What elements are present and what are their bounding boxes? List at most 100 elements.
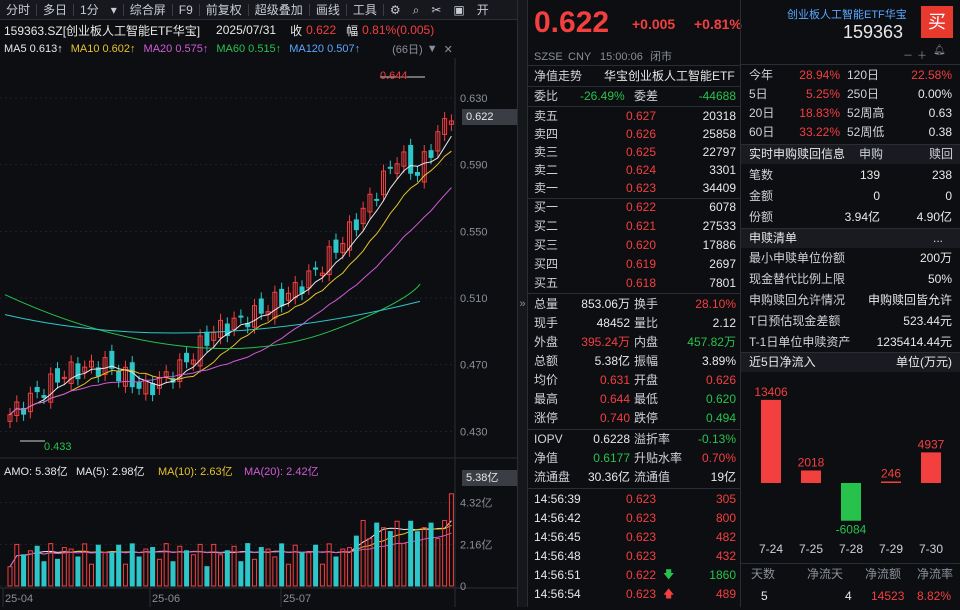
layout-icon[interactable]: ▣ (447, 0, 470, 20)
buy-button[interactable]: 买 (921, 6, 953, 38)
tick-volume: 305 (715, 492, 736, 506)
perf-value: 5.25% (805, 87, 840, 101)
webi-label: 委比 (534, 89, 559, 103)
flow-date: 7-30 (919, 542, 943, 556)
composite-screen-button[interactable]: 综合屏 (124, 0, 172, 20)
tick-row: 14:56:42 0.623 800 (528, 509, 740, 528)
collapse-handle[interactable]: » (517, 0, 528, 607)
volume-bar (333, 556, 339, 587)
date-tick: 25-06 (152, 593, 180, 605)
weicha-label: 委差 (634, 89, 659, 103)
perf-row: 5日 5.25% 250日 0.00% (741, 85, 960, 104)
tick-price: 0.623 (626, 492, 657, 506)
list-header-row: 申赎清单 ... (741, 229, 960, 248)
volume-bar (387, 531, 393, 587)
stat-row: 总量 853.06万 换手 28.10% (528, 295, 740, 314)
sub-redeem: 0 (945, 189, 952, 203)
draw-line-button[interactable]: 画线 (310, 0, 346, 20)
volume-bar (258, 547, 264, 587)
list-value: 申购赎回皆允许 (867, 293, 952, 307)
volume-bar (190, 554, 196, 587)
list-row: 最小申赎单位份额 200万 (741, 249, 960, 268)
candle (129, 362, 135, 388)
tab-timeshare[interactable]: 分时 (0, 0, 36, 20)
volume-bar (238, 561, 244, 587)
adjust-button[interactable]: 前复权 (200, 0, 248, 20)
perf-value: 18.83% (799, 106, 840, 120)
arrow-down-icon: 🡇 (663, 569, 675, 581)
volume-tick: 0 (460, 581, 466, 593)
period-select[interactable]: 1分 (74, 0, 105, 20)
sub-row: 份额 3.94亿 4.90亿 (741, 208, 960, 227)
perf-row: 60日 33.22% 52周低 0.38 (741, 123, 960, 142)
add-icon[interactable]: ＋ (917, 47, 927, 62)
tick-row: 14:56:48 0.623 432 (528, 547, 740, 566)
volume-bar (204, 566, 210, 587)
more-button[interactable]: ... (933, 229, 943, 248)
tab-multiday[interactable]: 多日 (37, 0, 73, 20)
minus-icon[interactable]: － (903, 47, 913, 62)
volume-bar (102, 552, 108, 587)
sub-header-row: 实时申购赎回信息 申购 赎回 (741, 145, 960, 164)
nav-trend-link[interactable]: 净值走势 (534, 67, 582, 86)
ask-label: 卖一 (534, 181, 559, 195)
list-row: 申购赎回允许情况 申购赎回皆允许 (741, 291, 960, 310)
volume-bar (82, 543, 88, 587)
iopv-label: 流通盘 (534, 470, 571, 484)
stat-value-2: 0.620 (705, 392, 736, 406)
bell-icon[interactable]: 🔔︎ (933, 45, 946, 56)
volume-bar (218, 554, 224, 587)
kline-chart[interactable]: 0.630 0.590 0.550 0.510 0.470 0.430 4.32亿 2.16亿… (0, 58, 517, 607)
volume-bar (14, 543, 20, 587)
fund-code: 159363 (843, 22, 904, 42)
volume-bar (224, 550, 230, 587)
amo-label: AMO: 5.38亿 (4, 466, 68, 478)
nav-trend-row[interactable]: 净值走势 华宝创业板人工智能ETF (528, 67, 740, 86)
volume-bar (265, 548, 271, 587)
overlay-button[interactable]: 超级叠加 (249, 0, 309, 20)
bid-price: 0.622 (626, 200, 657, 214)
search-icon[interactable]: ⌕ (407, 0, 426, 20)
settings-icon[interactable]: ⚙ (384, 0, 407, 20)
ask-label: 卖五 (534, 109, 559, 123)
close-icon[interactable]: ✕ (444, 43, 453, 56)
ask-price: 0.624 (626, 163, 657, 177)
stat-label: 总量 (534, 297, 559, 311)
perf-label: 60日 (749, 125, 775, 139)
volume-bar (116, 544, 122, 587)
list-value: 50% (927, 272, 952, 286)
volume-bar (347, 547, 353, 587)
bid-volume: 27533 (702, 219, 736, 233)
dropdown-icon[interactable]: ▼ (427, 43, 438, 55)
f9-button[interactable]: F9 (173, 0, 199, 20)
perf-value-2: 22.58% (911, 68, 952, 82)
volume-bar (448, 493, 454, 587)
foot-head-days: 天数 (751, 567, 776, 581)
sub-header-title: 实时申购赎回信息 (749, 147, 846, 161)
bid-label: 买三 (534, 238, 559, 252)
candle (136, 381, 142, 389)
iopv-value-2: 19亿 (710, 470, 736, 484)
tick-time: 14:56:48 (534, 549, 581, 563)
bid-row: 买一 0.622 6078 (528, 198, 740, 217)
open-button[interactable]: 开 (471, 0, 495, 20)
days-selector[interactable]: (66日) (392, 41, 423, 57)
webi-row: 委比 -26.49% 委差 -44688 (528, 87, 740, 106)
perf-row: 今年 28.94% 120日 22.58% (741, 66, 960, 85)
fund-info-panel: 创业板人工智能ETF华宝 159363 买 － ＋ 🔔︎ 实时申购赎回信息 申购… (740, 0, 960, 607)
volume-bar (279, 543, 285, 587)
ask-price: 0.625 (626, 145, 657, 159)
scissors-icon[interactable]: ✂ (425, 0, 447, 20)
candle (55, 368, 61, 383)
stat-value-2: 457.82万 (687, 335, 736, 349)
stat-label: 均价 (534, 373, 559, 387)
ask-volume: 22797 (702, 145, 736, 159)
ask-volume: 20318 (702, 109, 736, 123)
list-label: 申购赎回允许情况 (749, 293, 846, 307)
tick-price: 0.622 (626, 568, 657, 582)
period-dropdown-icon[interactable]: ▾ (105, 0, 123, 20)
perf-row: 20日 18.83% 52周高 0.63 (741, 104, 960, 123)
tools-button[interactable]: 工具 (347, 0, 383, 20)
ask-volume: 34409 (702, 181, 736, 195)
volume-bar (48, 543, 54, 587)
